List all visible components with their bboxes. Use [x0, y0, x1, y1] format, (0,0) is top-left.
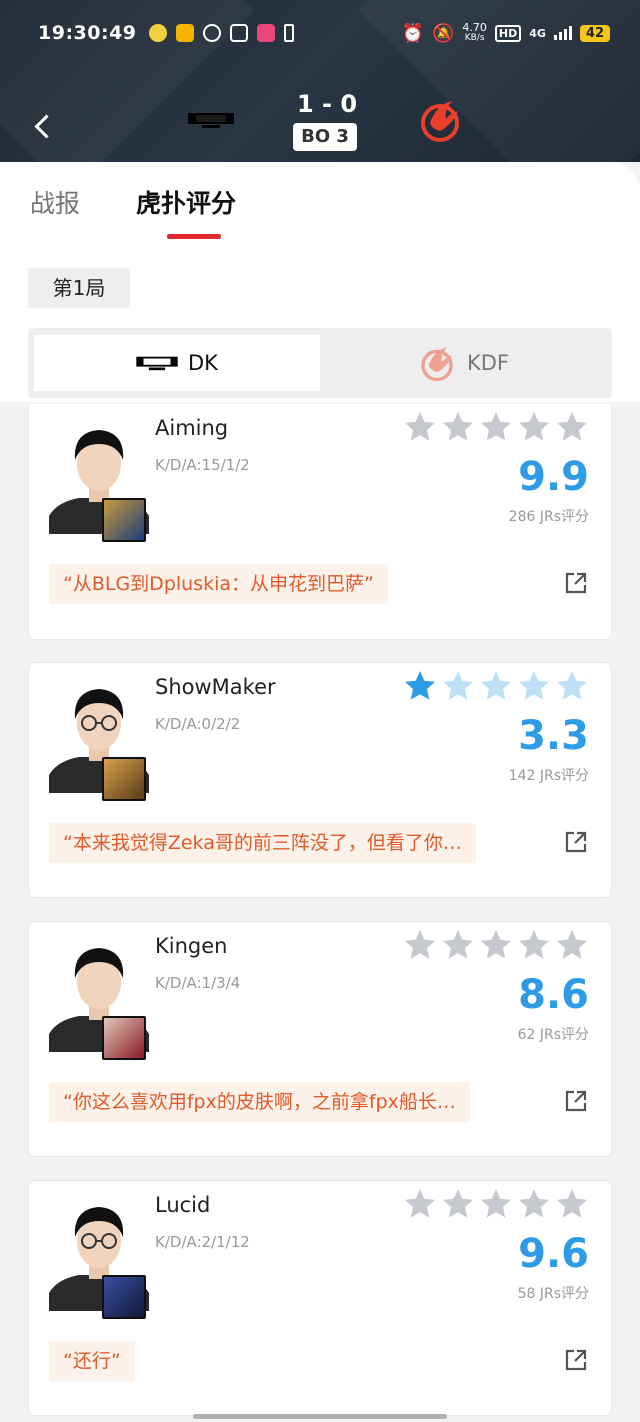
- player-name: Kingen: [155, 934, 228, 958]
- tieba-icon: [229, 24, 248, 42]
- vote-count: 142 JRs评分: [508, 768, 589, 784]
- dk-logo-icon: [136, 356, 178, 371]
- star-icon[interactable]: [403, 928, 437, 962]
- kdf-logo-icon: [421, 347, 453, 382]
- player-kda: K/D/A:0/2/2: [155, 715, 241, 733]
- star-icon[interactable]: [555, 1187, 589, 1221]
- top-comment[interactable]: “从BLG到Dpluskia：从申花到巴萨”: [49, 564, 388, 604]
- player-rating: 3.3: [518, 713, 589, 759]
- champion-icon: [102, 1016, 146, 1060]
- team-option-kdf[interactable]: KDF: [320, 335, 606, 391]
- share-icon[interactable]: [565, 572, 587, 594]
- net-speed-unit: KB/s: [464, 33, 485, 43]
- star-icon[interactable]: [555, 928, 589, 962]
- champion-icon: [102, 498, 146, 542]
- alarm-icon: ⏰: [401, 22, 424, 44]
- status-time: 19:30:49: [38, 22, 137, 44]
- battery-level: 42: [579, 24, 610, 42]
- weibo-icon: [202, 24, 221, 42]
- home-indicator: [193, 1414, 447, 1419]
- top-comment[interactable]: “你这么喜欢用fpx的皮肤啊，之前拿fpx船长…: [49, 1082, 470, 1122]
- mute-icon: 🔕: [431, 22, 455, 44]
- star-icon[interactable]: [479, 669, 513, 703]
- status-right: ⏰ 🔕 4.70 KB/s HD 4G 42: [402, 22, 610, 44]
- player-card[interactable]: Kingen K/D/A:1/3/4 8.6 62 JRs评分 “你这么喜欢用fpx的皮…: [28, 921, 612, 1157]
- tab-report[interactable]: 战报: [30, 180, 80, 240]
- player-kda: K/D/A:15/1/2: [155, 456, 250, 474]
- team-option-kdf-label: KDF: [466, 351, 510, 375]
- star-icon[interactable]: [555, 669, 589, 703]
- player-kda: K/D/A:1/3/4: [155, 974, 241, 992]
- app-notification-icon: [148, 24, 167, 42]
- rating-stars[interactable]: [403, 669, 589, 703]
- star-icon[interactable]: [403, 1187, 437, 1221]
- star-icon[interactable]: [441, 410, 475, 444]
- rating-stars[interactable]: [403, 928, 589, 962]
- star-icon[interactable]: [517, 669, 551, 703]
- star-icon[interactable]: [479, 1187, 513, 1221]
- hd-badge: HD: [494, 24, 522, 42]
- tab-hupu-rating[interactable]: 虎扑评分: [136, 180, 236, 240]
- player-rating: 8.6: [518, 972, 589, 1018]
- status-bar: 19:30:49 ⏰ 🔕 4.70 KB/s HD 4G 42: [38, 18, 610, 48]
- battery-small-icon: [283, 24, 294, 42]
- player-card[interactable]: ShowMaker K/D/A:0/2/2 3.3 142 JRs评分 “本来我觉得Ze…: [28, 662, 612, 898]
- player-rating: 9.9: [518, 454, 589, 500]
- vote-count: 62 JRs评分: [517, 1027, 589, 1043]
- star-icon[interactable]: [441, 1187, 475, 1221]
- share-icon[interactable]: [565, 1349, 587, 1371]
- top-comment[interactable]: “本来我觉得Zeka哥的前三阵没了，但看了你…: [49, 823, 476, 863]
- champion-icon: [102, 757, 146, 801]
- team-option-dk[interactable]: DK: [34, 335, 320, 391]
- rating-stars[interactable]: [403, 410, 589, 444]
- dk-logo-icon: [188, 113, 234, 128]
- player-name: ShowMaker: [155, 675, 276, 699]
- player-kda: K/D/A:2/1/12: [155, 1233, 250, 1251]
- star-icon[interactable]: [441, 669, 475, 703]
- player-name: Aiming: [155, 416, 229, 440]
- vote-count: 58 JRs评分: [517, 1286, 589, 1302]
- back-button[interactable]: [30, 110, 60, 146]
- team-option-dk-label: DK: [188, 351, 218, 375]
- player-rating: 9.6: [518, 1231, 589, 1277]
- net-speed-value: 4.70: [462, 21, 487, 34]
- player-card[interactable]: Lucid K/D/A:2/1/12 9.6 58 JRs评分 “还行”: [28, 1180, 612, 1416]
- active-tab-indicator: [167, 234, 221, 239]
- star-icon[interactable]: [441, 928, 475, 962]
- net-speed: 4.70 KB/s: [462, 22, 487, 44]
- player-name: Lucid: [155, 1193, 211, 1217]
- bilibili-icon: [256, 24, 275, 42]
- player-card[interactable]: Aiming K/D/A:15/1/2 9.9 286 JRs评分 “从BLG到Dplu…: [28, 404, 612, 640]
- star-icon[interactable]: [479, 928, 513, 962]
- app-notification-icon: [175, 24, 194, 42]
- star-icon[interactable]: [479, 410, 513, 444]
- star-icon[interactable]: [403, 669, 437, 703]
- kdf-logo-icon: [421, 101, 459, 142]
- star-icon[interactable]: [517, 1187, 551, 1221]
- match-format: BO 3: [293, 123, 357, 151]
- vote-count: 286 JRs评分: [508, 509, 589, 525]
- share-icon[interactable]: [565, 831, 587, 853]
- match-score: 1 - 0: [296, 90, 358, 118]
- champion-icon: [102, 1275, 146, 1319]
- top-comment[interactable]: “还行”: [49, 1341, 135, 1381]
- game-selector[interactable]: 第1局: [28, 268, 130, 308]
- star-icon[interactable]: [403, 410, 437, 444]
- network-label: 4G: [529, 26, 546, 40]
- team-switch: DK KDF: [28, 328, 612, 398]
- star-icon[interactable]: [517, 410, 551, 444]
- signal-icon: [553, 26, 572, 40]
- share-icon[interactable]: [565, 1090, 587, 1112]
- star-icon[interactable]: [555, 410, 589, 444]
- rating-stars[interactable]: [403, 1187, 589, 1221]
- tab-bar: 战报 虎扑评分: [30, 180, 236, 240]
- star-icon[interactable]: [517, 928, 551, 962]
